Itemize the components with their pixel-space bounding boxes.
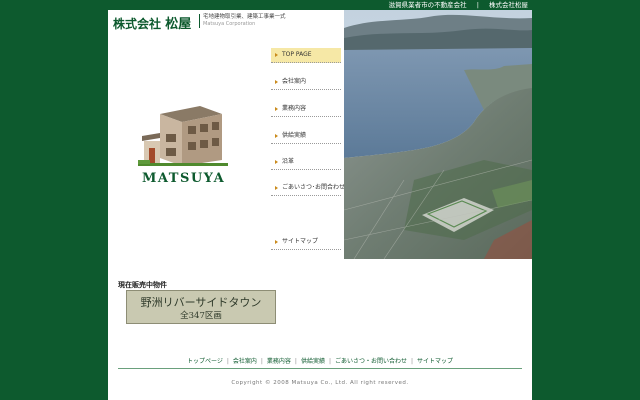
- page-container: 滋賀県業者市の不動産会社 | 株式会社松屋 株式会社 松屋 宅地建物取引業、建築…: [108, 0, 532, 400]
- company-name[interactable]: 株式会社 松屋: [113, 13, 191, 32]
- arrow-right-icon: [275, 239, 278, 244]
- footer-link-top[interactable]: トップページ: [183, 358, 227, 365]
- arrow-right-icon: [275, 52, 278, 57]
- company-name-main: 松屋: [165, 17, 192, 32]
- footer-link-sitemap[interactable]: サイトマップ: [413, 358, 457, 365]
- arrow-right-icon: [275, 159, 278, 164]
- tagline-jp: 宅地建物取引業、建築工事業一式: [203, 14, 286, 20]
- nav-item-company[interactable]: 会社案内: [271, 75, 341, 90]
- footer-divider: [118, 368, 522, 369]
- logo-text: MATSUYA: [142, 171, 226, 186]
- footer-link-track-record[interactable]: 供給実績: [297, 358, 329, 365]
- aerial-lake-photo: [344, 10, 532, 259]
- nav-item-services[interactable]: 業務内容: [271, 102, 341, 117]
- copyright: Copyright © 2008 Matsuya Co., Ltd. All r…: [231, 380, 409, 386]
- footer-link-services[interactable]: 業務内容: [263, 358, 295, 365]
- nav-item-greeting-contact[interactable]: ごあいさつ･お問合わせ: [271, 181, 345, 196]
- header-divider: [199, 14, 200, 28]
- top-bar: 滋賀県業者市の不動産会社 | 株式会社松屋: [108, 0, 532, 10]
- house-logo-icon: [138, 106, 228, 166]
- arrow-right-icon: [275, 133, 278, 138]
- nav-item-history[interactable]: 沿革: [271, 155, 341, 170]
- arrow-right-icon: [275, 79, 278, 84]
- tagline-en: Matsuya Corporation: [203, 21, 256, 27]
- arrow-right-icon: [275, 185, 278, 190]
- nav-item-track-record[interactable]: 供給実績: [271, 129, 341, 144]
- nav-item-top-page[interactable]: TOP PAGE: [271, 48, 341, 63]
- arrow-right-icon: [275, 106, 278, 111]
- company-prefix: 株式会社: [113, 17, 162, 31]
- footer-nav: トップページ | 会社案内 | 業務内容 | 供給実績 | ごあいさつ・お問い合わせ | サイトマッ…: [118, 356, 522, 365]
- banner-subtitle: 全347区画: [180, 311, 222, 321]
- on-sale-title: 現在販売中物件: [118, 281, 167, 289]
- banner-title: 野洲リバーサイドタウン: [140, 296, 262, 309]
- riverside-town-banner[interactable]: 野洲リバーサイドタウン 全347区画: [126, 290, 276, 324]
- top-bar-link-region[interactable]: 滋賀県業者市の不動産会社: [385, 1, 471, 9]
- nav-item-sitemap[interactable]: サイトマップ: [271, 235, 341, 250]
- top-bar-link-company[interactable]: 株式会社松屋: [485, 1, 532, 9]
- top-bar-separator: |: [476, 1, 479, 9]
- tagline: 宅地建物取引業、建築工事業一式 Matsuya Corporation: [203, 14, 286, 28]
- footer-link-company[interactable]: 会社案内: [229, 358, 261, 365]
- footer-link-contact[interactable]: ごあいさつ・お問い合わせ: [331, 358, 411, 365]
